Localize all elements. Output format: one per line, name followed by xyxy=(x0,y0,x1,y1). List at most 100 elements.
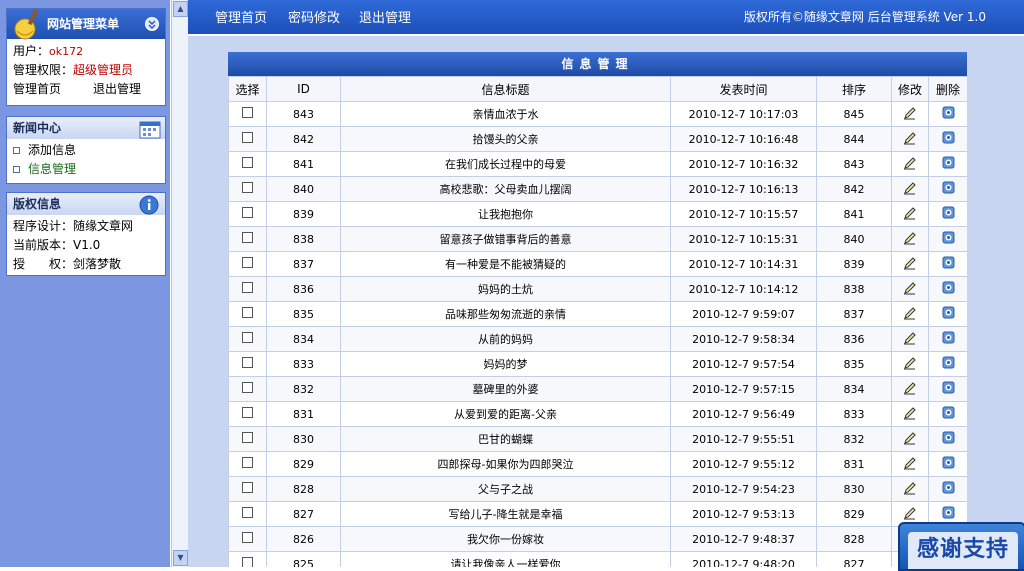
edit-pencil-icon[interactable] xyxy=(903,181,917,195)
edit-pencil-icon[interactable] xyxy=(903,281,917,295)
collapse-chevron-icon[interactable] xyxy=(145,17,159,31)
row-checkbox[interactable] xyxy=(242,182,253,193)
edit-pencil-icon[interactable] xyxy=(903,456,917,470)
row-title[interactable]: 拾馒头的父亲 xyxy=(340,126,671,152)
row-title[interactable]: 巴甘的蝴蝶 xyxy=(340,426,671,452)
sidebar-item-info-manage[interactable]: 信息管理 xyxy=(13,160,159,179)
delete-icon[interactable] xyxy=(942,331,955,344)
row-title[interactable]: 四郎探母-如果你为四郎哭泣 xyxy=(340,451,671,477)
row-checkbox[interactable] xyxy=(242,407,253,418)
delete-icon[interactable] xyxy=(942,281,955,294)
edit-pencil-icon[interactable] xyxy=(903,406,917,420)
row-title[interactable]: 品味那些匆匆流逝的亲情 xyxy=(340,301,671,327)
row-time: 2010-12-7 9:54:23 xyxy=(670,476,817,502)
edit-pencil-icon[interactable] xyxy=(903,431,917,445)
edit-pencil-icon[interactable] xyxy=(903,231,917,245)
bullet-icon xyxy=(13,147,20,154)
edit-pencil-icon[interactable] xyxy=(903,356,917,370)
row-title[interactable]: 留意孩子做错事背后的善意 xyxy=(340,226,671,252)
nav-logout-link[interactable]: 退出管理 xyxy=(359,7,411,26)
row-title[interactable]: 妈妈的土炕 xyxy=(340,276,671,302)
row-checkbox[interactable] xyxy=(242,482,253,493)
row-edit-cell xyxy=(891,201,929,227)
row-checkbox[interactable] xyxy=(242,532,253,543)
row-time: 2010-12-7 9:59:07 xyxy=(670,301,817,327)
row-time: 2010-12-7 9:55:12 xyxy=(670,451,817,477)
row-delete-cell xyxy=(928,101,967,127)
delete-icon[interactable] xyxy=(942,406,955,419)
row-title[interactable]: 妈妈的梦 xyxy=(340,351,671,377)
row-checkbox[interactable] xyxy=(242,432,253,443)
row-checkbox[interactable] xyxy=(242,382,253,393)
delete-icon[interactable] xyxy=(942,231,955,244)
delete-icon[interactable] xyxy=(942,206,955,219)
delete-icon[interactable] xyxy=(942,431,955,444)
edit-pencil-icon[interactable] xyxy=(903,481,917,495)
row-title[interactable]: 在我们成长过程中的母爱 xyxy=(340,151,671,177)
row-title[interactable]: 墓碑里的外婆 xyxy=(340,376,671,402)
delete-icon[interactable] xyxy=(942,256,955,269)
row-title[interactable]: 高校悲歌：父母卖血儿摆阔 xyxy=(340,176,671,202)
edit-pencil-icon[interactable] xyxy=(903,256,917,270)
edit-pencil-icon[interactable] xyxy=(903,331,917,345)
delete-icon[interactable] xyxy=(942,481,955,494)
row-title[interactable]: 从爱到爱的距离-父亲 xyxy=(340,401,671,427)
edit-pencil-icon[interactable] xyxy=(903,506,917,520)
row-checkbox[interactable] xyxy=(242,132,253,143)
row-title[interactable]: 请让我像亲人一样爱你 xyxy=(340,551,671,567)
thanks-support-badge[interactable]: 感谢支持 xyxy=(898,522,1024,571)
row-checkbox[interactable] xyxy=(242,207,253,218)
row-order: 839 xyxy=(816,251,892,277)
delete-icon[interactable] xyxy=(942,506,955,519)
delete-icon[interactable] xyxy=(942,181,955,194)
delete-icon[interactable] xyxy=(942,106,955,119)
delete-icon[interactable] xyxy=(942,356,955,369)
row-title[interactable]: 有一种爱是不能被猜疑的 xyxy=(340,251,671,277)
edit-pencil-icon[interactable] xyxy=(903,106,917,120)
row-title[interactable]: 亲情血浓于水 xyxy=(340,101,671,127)
delete-icon[interactable] xyxy=(942,156,955,169)
delete-icon[interactable] xyxy=(942,381,955,394)
row-select-cell xyxy=(228,126,267,152)
nav-password-link[interactable]: 密码修改 xyxy=(288,7,340,26)
nav-home-link[interactable]: 管理首页 xyxy=(215,7,267,26)
scroll-down-icon[interactable]: ▼ xyxy=(173,550,188,566)
delete-icon[interactable] xyxy=(942,131,955,144)
row-checkbox[interactable] xyxy=(242,232,253,243)
row-checkbox[interactable] xyxy=(242,257,253,268)
row-checkbox[interactable] xyxy=(242,557,253,567)
edit-pencil-icon[interactable] xyxy=(903,131,917,145)
sidebar-logout-link[interactable]: 退出管理 xyxy=(93,82,141,96)
row-checkbox[interactable] xyxy=(242,282,253,293)
admin-menu-title: 网站管理菜单 xyxy=(47,17,120,31)
row-checkbox[interactable] xyxy=(242,332,253,343)
row-checkbox[interactable] xyxy=(242,457,253,468)
sidebar-item-add-info[interactable]: 添加信息 xyxy=(13,141,159,160)
row-edit-cell xyxy=(891,251,929,277)
row-checkbox[interactable] xyxy=(242,307,253,318)
row-title[interactable]: 让我抱抱你 xyxy=(340,201,671,227)
row-title[interactable]: 写给儿子-降生就是幸福 xyxy=(340,501,671,527)
row-checkbox[interactable] xyxy=(242,157,253,168)
row-time: 2010-12-7 10:16:48 xyxy=(670,126,817,152)
row-title[interactable]: 我欠你一份嫁妆 xyxy=(340,526,671,552)
row-checkbox[interactable] xyxy=(242,507,253,518)
copyright-line: 程序设计：随缘文章网 xyxy=(13,219,134,233)
copyright-header: 版权信息 xyxy=(7,193,165,215)
row-checkbox[interactable] xyxy=(242,357,253,368)
delete-icon[interactable] xyxy=(942,456,955,469)
edit-pencil-icon[interactable] xyxy=(903,381,917,395)
delete-icon[interactable] xyxy=(942,306,955,319)
edit-pencil-icon[interactable] xyxy=(903,156,917,170)
scroll-up-icon[interactable]: ▲ xyxy=(173,1,188,17)
edit-pencil-icon[interactable] xyxy=(903,206,917,220)
row-title[interactable]: 父与子之战 xyxy=(340,476,671,502)
frame-scrollbar[interactable]: ▲ ▼ xyxy=(171,0,188,567)
row-checkbox[interactable] xyxy=(242,107,253,118)
row-id: 832 xyxy=(266,376,341,402)
sidebar-home-link[interactable]: 管理首页 xyxy=(13,82,61,96)
edit-pencil-icon[interactable] xyxy=(903,306,917,320)
permission-label: 管理权限： xyxy=(13,63,74,77)
row-title[interactable]: 从前的妈妈 xyxy=(340,326,671,352)
row-select-cell xyxy=(228,251,267,277)
